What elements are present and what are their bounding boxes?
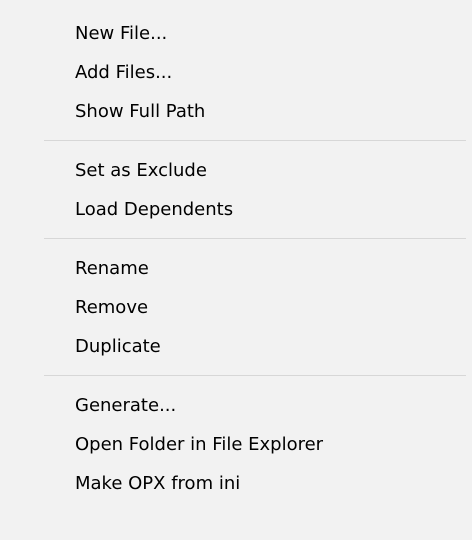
menu-item-open-folder-in-file-explorer[interactable]: Open Folder in File Explorer bbox=[0, 425, 472, 464]
menu-item-rename[interactable]: Rename bbox=[0, 249, 472, 288]
menu-item-show-full-path[interactable]: Show Full Path bbox=[0, 92, 472, 131]
menu-group-edit: Rename Remove Duplicate bbox=[0, 249, 472, 366]
menu-item-remove[interactable]: Remove bbox=[0, 288, 472, 327]
menu-item-load-dependents[interactable]: Load Dependents bbox=[0, 190, 472, 229]
menu-separator bbox=[44, 375, 466, 376]
menu-separator bbox=[44, 238, 466, 239]
menu-group-dependencies: Set as Exclude Load Dependents bbox=[0, 151, 472, 229]
menu-group-tools: Generate... Open Folder in File Explorer… bbox=[0, 386, 472, 503]
menu-item-make-opx-from-ini[interactable]: Make OPX from ini bbox=[0, 464, 472, 503]
menu-item-set-as-exclude[interactable]: Set as Exclude bbox=[0, 151, 472, 190]
menu-item-add-files[interactable]: Add Files... bbox=[0, 53, 472, 92]
menu-item-duplicate[interactable]: Duplicate bbox=[0, 327, 472, 366]
menu-item-generate[interactable]: Generate... bbox=[0, 386, 472, 425]
menu-item-new-file[interactable]: New File... bbox=[0, 14, 472, 53]
menu-group-file: New File... Add Files... Show Full Path bbox=[0, 14, 472, 131]
menu-separator bbox=[44, 140, 466, 141]
context-menu: New File... Add Files... Show Full Path … bbox=[0, 0, 472, 540]
